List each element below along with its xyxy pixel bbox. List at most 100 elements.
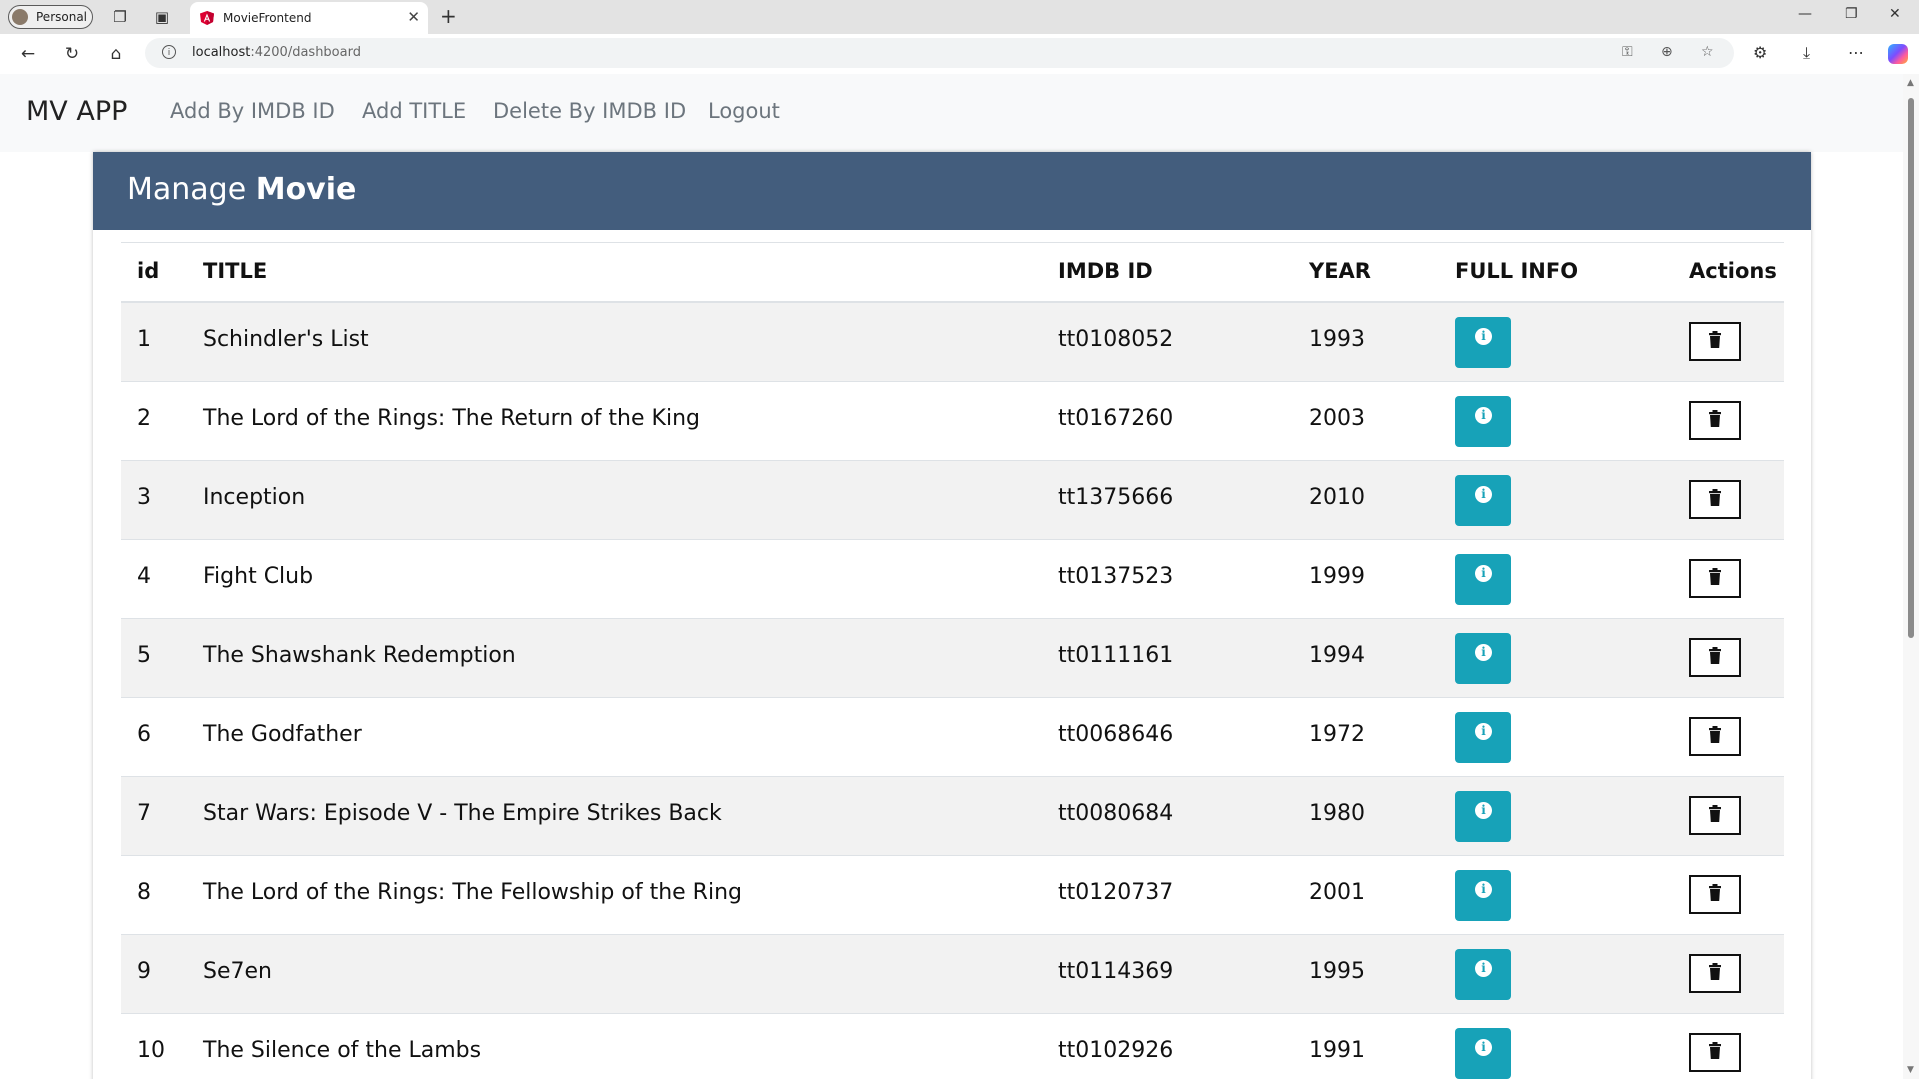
delete-button[interactable] xyxy=(1689,480,1741,519)
nav-logout[interactable]: Logout xyxy=(708,99,780,123)
trash-icon xyxy=(1709,647,1721,664)
cell-title: The Lord of the Rings: The Return of the… xyxy=(203,406,700,431)
nav-add-by-imdb-id[interactable]: Add By IMDB ID xyxy=(170,99,335,123)
home-icon[interactable]: ⌂ xyxy=(104,43,128,65)
cell-imdb-id: tt0167260 xyxy=(1058,406,1174,431)
cell-id: 8 xyxy=(137,880,151,905)
page-title: Manage Movie xyxy=(127,172,356,207)
full-info-button[interactable]: i xyxy=(1455,712,1511,763)
password-key-icon[interactable]: ⚿ xyxy=(1622,44,1633,60)
cell-imdb-id: tt0120737 xyxy=(1058,880,1174,905)
full-info-button[interactable]: i xyxy=(1455,791,1511,842)
workspaces-icon[interactable]: ❐ xyxy=(109,6,131,28)
cell-year: 2010 xyxy=(1309,485,1365,510)
cell-id: 1 xyxy=(137,327,151,352)
nav-add-title[interactable]: Add TITLE xyxy=(362,99,466,123)
delete-button[interactable] xyxy=(1689,322,1741,361)
scroll-up-icon[interactable]: ▲ xyxy=(1907,78,1914,88)
trash-icon xyxy=(1709,568,1721,585)
address-bar-row: ← ↻ ⌂ i localhost:4200/dashboard ⚿ ⊕ ☆ ⚙… xyxy=(0,34,1919,74)
delete-button[interactable] xyxy=(1689,954,1741,993)
profile-avatar xyxy=(12,9,28,25)
scroll-down-icon[interactable]: ▼ xyxy=(1907,1065,1914,1075)
table-row: 10 The Silence of the Lambs tt0102926 1991 i xyxy=(121,1014,1784,1079)
full-info-button[interactable]: i xyxy=(1455,554,1511,605)
full-info-button[interactable]: i xyxy=(1455,870,1511,921)
delete-button[interactable] xyxy=(1689,1033,1741,1072)
downloads-icon[interactable]: ⤓ xyxy=(1803,43,1810,63)
zoom-icon[interactable]: ⊕ xyxy=(1661,44,1673,60)
cell-title: The Silence of the Lambs xyxy=(203,1038,482,1063)
cell-id: 6 xyxy=(137,722,151,747)
restore-icon[interactable]: ❐ xyxy=(1845,6,1858,22)
more-menu-icon[interactable]: ⋯ xyxy=(1848,43,1864,62)
delete-button[interactable] xyxy=(1689,796,1741,835)
info-circle-icon: i xyxy=(1475,1039,1492,1056)
app-navbar: MV APP Add By IMDB ID Add TITLE Delete B… xyxy=(0,74,1903,152)
info-circle-icon: i xyxy=(1475,328,1492,345)
new-tab-icon[interactable]: + xyxy=(440,6,457,26)
copilot-icon[interactable] xyxy=(1888,44,1908,64)
delete-button[interactable] xyxy=(1689,559,1741,598)
delete-button[interactable] xyxy=(1689,875,1741,914)
table-row: 3 Inception tt1375666 2010 i xyxy=(121,461,1784,540)
cell-year: 2003 xyxy=(1309,406,1365,431)
table-row: 2 The Lord of the Rings: The Return of th… xyxy=(121,382,1784,461)
scrollbar-thumb[interactable] xyxy=(1908,98,1914,638)
favorite-star-icon[interactable]: ☆ xyxy=(1701,44,1714,60)
page-viewport: MV APP Add By IMDB ID Add TITLE Delete B… xyxy=(0,74,1903,1079)
delete-button[interactable] xyxy=(1689,717,1741,756)
cell-id: 3 xyxy=(137,485,151,510)
cell-year: 1991 xyxy=(1309,1038,1365,1063)
back-icon[interactable]: ← xyxy=(16,43,40,65)
delete-button[interactable] xyxy=(1689,638,1741,677)
info-circle-icon: i xyxy=(1475,723,1492,740)
cell-imdb-id: tt0080684 xyxy=(1058,801,1174,826)
cell-title: Star Wars: Episode V - The Empire Strike… xyxy=(203,801,722,826)
profile-button[interactable]: Personal xyxy=(8,5,93,29)
tab-close-icon[interactable]: ✕ xyxy=(407,8,420,26)
page-title-regular: Manage xyxy=(127,172,247,207)
cell-imdb-id: tt0108052 xyxy=(1058,327,1174,352)
info-circle-icon: i xyxy=(1475,644,1492,661)
site-info-icon[interactable]: i xyxy=(162,45,176,59)
full-info-button[interactable]: i xyxy=(1455,1028,1511,1079)
manage-movie-card: Manage Movie id TITLE IMDB ID YEAR FULL … xyxy=(93,152,1811,1079)
full-info-button[interactable]: i xyxy=(1455,317,1511,368)
minimize-icon[interactable]: — xyxy=(1798,6,1812,22)
angular-favicon-icon xyxy=(200,11,214,25)
trash-icon xyxy=(1709,489,1721,506)
active-tab[interactable]: MovieFrontend ✕ xyxy=(190,2,428,34)
cell-imdb-id: tt0114369 xyxy=(1058,959,1174,984)
full-info-button[interactable]: i xyxy=(1455,475,1511,526)
info-circle-icon: i xyxy=(1475,802,1492,819)
cell-year: 1972 xyxy=(1309,722,1365,747)
trash-icon xyxy=(1709,410,1721,427)
full-info-button[interactable]: i xyxy=(1455,396,1511,447)
cell-id: 5 xyxy=(137,643,151,668)
extensions-icon[interactable]: ⚙ xyxy=(1753,43,1767,62)
trash-icon xyxy=(1709,1042,1721,1059)
cell-imdb-id: tt0102926 xyxy=(1058,1038,1174,1063)
window-close-icon[interactable]: ✕ xyxy=(1889,6,1901,22)
page-scrollbar[interactable]: ▲ ▼ xyxy=(1903,74,1919,1079)
refresh-icon[interactable]: ↻ xyxy=(60,43,84,65)
vertical-tabs-icon[interactable]: ▣ xyxy=(151,6,173,28)
trash-icon xyxy=(1709,805,1721,822)
profile-label: Personal xyxy=(36,10,88,24)
column-header-year: YEAR xyxy=(1309,259,1371,283)
nav-delete-by-imdb-id[interactable]: Delete By IMDB ID xyxy=(493,99,686,123)
cell-year: 1995 xyxy=(1309,959,1365,984)
url-host: localhost xyxy=(192,45,251,60)
full-info-button[interactable]: i xyxy=(1455,633,1511,684)
full-info-button[interactable]: i xyxy=(1455,949,1511,1000)
info-circle-icon: i xyxy=(1475,565,1492,582)
delete-button[interactable] xyxy=(1689,401,1741,440)
table-row: 1 Schindler's List tt0108052 1993 i xyxy=(121,303,1784,382)
cell-imdb-id: tt0068646 xyxy=(1058,722,1174,747)
address-input[interactable]: i localhost:4200/dashboard ⚿ ⊕ ☆ xyxy=(145,38,1734,68)
tab-title: MovieFrontend xyxy=(223,11,312,25)
app-brand[interactable]: MV APP xyxy=(26,96,127,127)
cell-title: The Lord of the Rings: The Fellowship of… xyxy=(203,880,742,905)
table-header: id TITLE IMDB ID YEAR FULL INFO Actions xyxy=(121,242,1784,303)
